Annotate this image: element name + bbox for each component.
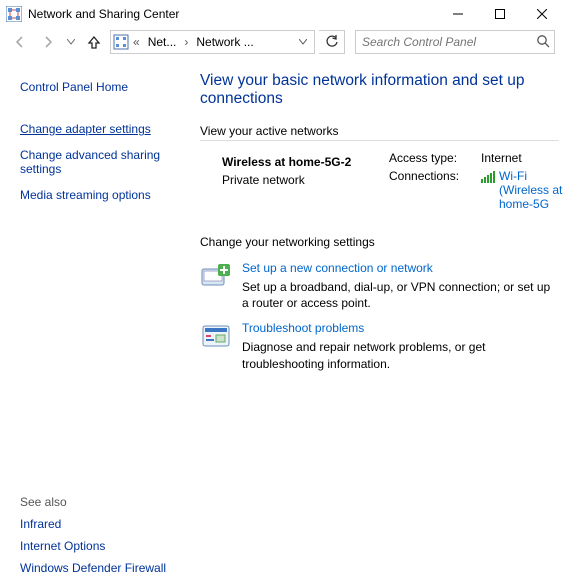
- setup-connection-item: Set up a new connection or network Set u…: [200, 261, 563, 311]
- address-bar[interactable]: « Net... › Network ...: [110, 30, 315, 54]
- back-button[interactable]: [8, 30, 32, 54]
- setup-connection-desc: Set up a broadband, dial-up, or VPN conn…: [242, 279, 555, 311]
- close-button[interactable]: [521, 0, 563, 28]
- access-type-value: Internet: [481, 151, 522, 165]
- troubleshoot-link[interactable]: Troubleshoot problems: [242, 321, 555, 335]
- minimize-button[interactable]: [437, 0, 479, 28]
- breadcrumb-seg-2[interactable]: Network ...: [192, 35, 257, 49]
- title-bar: Network and Sharing Center: [0, 0, 563, 28]
- sidebar-link-change-adapter[interactable]: Change adapter settings: [20, 122, 188, 136]
- connection-link[interactable]: Wi-Fi (Wireless at home-5G: [499, 169, 563, 211]
- sidebar: Control Panel Home Change adapter settin…: [0, 60, 200, 587]
- see-also-firewall[interactable]: Windows Defender Firewall: [20, 561, 188, 575]
- chevron-right-icon: ›: [182, 35, 190, 49]
- active-networks-header: View your active networks: [200, 124, 559, 141]
- access-type-label: Access type:: [389, 151, 471, 165]
- change-settings-header: Change your networking settings: [200, 235, 559, 251]
- app-icon: [6, 6, 22, 22]
- connections-label: Connections:: [389, 169, 471, 183]
- see-also-label: See also: [20, 495, 188, 509]
- search-icon[interactable]: [536, 34, 550, 51]
- address-dropdown-icon[interactable]: [294, 37, 312, 48]
- nav-toolbar: « Net... › Network ...: [0, 28, 563, 60]
- sidebar-link-media-streaming[interactable]: Media streaming options: [20, 188, 188, 202]
- sidebar-link-advanced-sharing[interactable]: Change advanced sharing settings: [20, 148, 188, 176]
- maximize-button[interactable]: [479, 0, 521, 28]
- search-input[interactable]: [362, 35, 536, 49]
- network-type: Private network: [222, 173, 389, 187]
- network-name: Wireless at home-5G-2: [222, 155, 389, 169]
- troubleshoot-icon: [200, 321, 232, 353]
- history-dropdown[interactable]: [64, 39, 78, 45]
- chevron-left-icon: «: [131, 35, 142, 49]
- setup-connection-link[interactable]: Set up a new connection or network: [242, 261, 555, 275]
- see-also-internet-options[interactable]: Internet Options: [20, 539, 188, 553]
- wifi-signal-icon: [481, 169, 495, 185]
- active-network-block: Wireless at home-5G-2 Private network Ac…: [200, 149, 563, 215]
- setup-connection-icon: [200, 261, 232, 293]
- address-icon: [113, 34, 129, 50]
- refresh-button[interactable]: [319, 30, 345, 54]
- content-pane: View your basic network information and …: [200, 60, 563, 587]
- control-panel-home-link[interactable]: Control Panel Home: [20, 80, 188, 94]
- breadcrumb-seg-1[interactable]: Net...: [144, 35, 181, 49]
- page-title: View your basic network information and …: [200, 72, 563, 108]
- troubleshoot-desc: Diagnose and repair network problems, or…: [242, 339, 555, 371]
- search-box[interactable]: [355, 30, 555, 54]
- up-button[interactable]: [82, 30, 106, 54]
- troubleshoot-item: Troubleshoot problems Diagnose and repai…: [200, 321, 563, 371]
- forward-button[interactable]: [36, 30, 60, 54]
- see-also-infrared[interactable]: Infrared: [20, 517, 188, 531]
- window-title: Network and Sharing Center: [28, 7, 437, 21]
